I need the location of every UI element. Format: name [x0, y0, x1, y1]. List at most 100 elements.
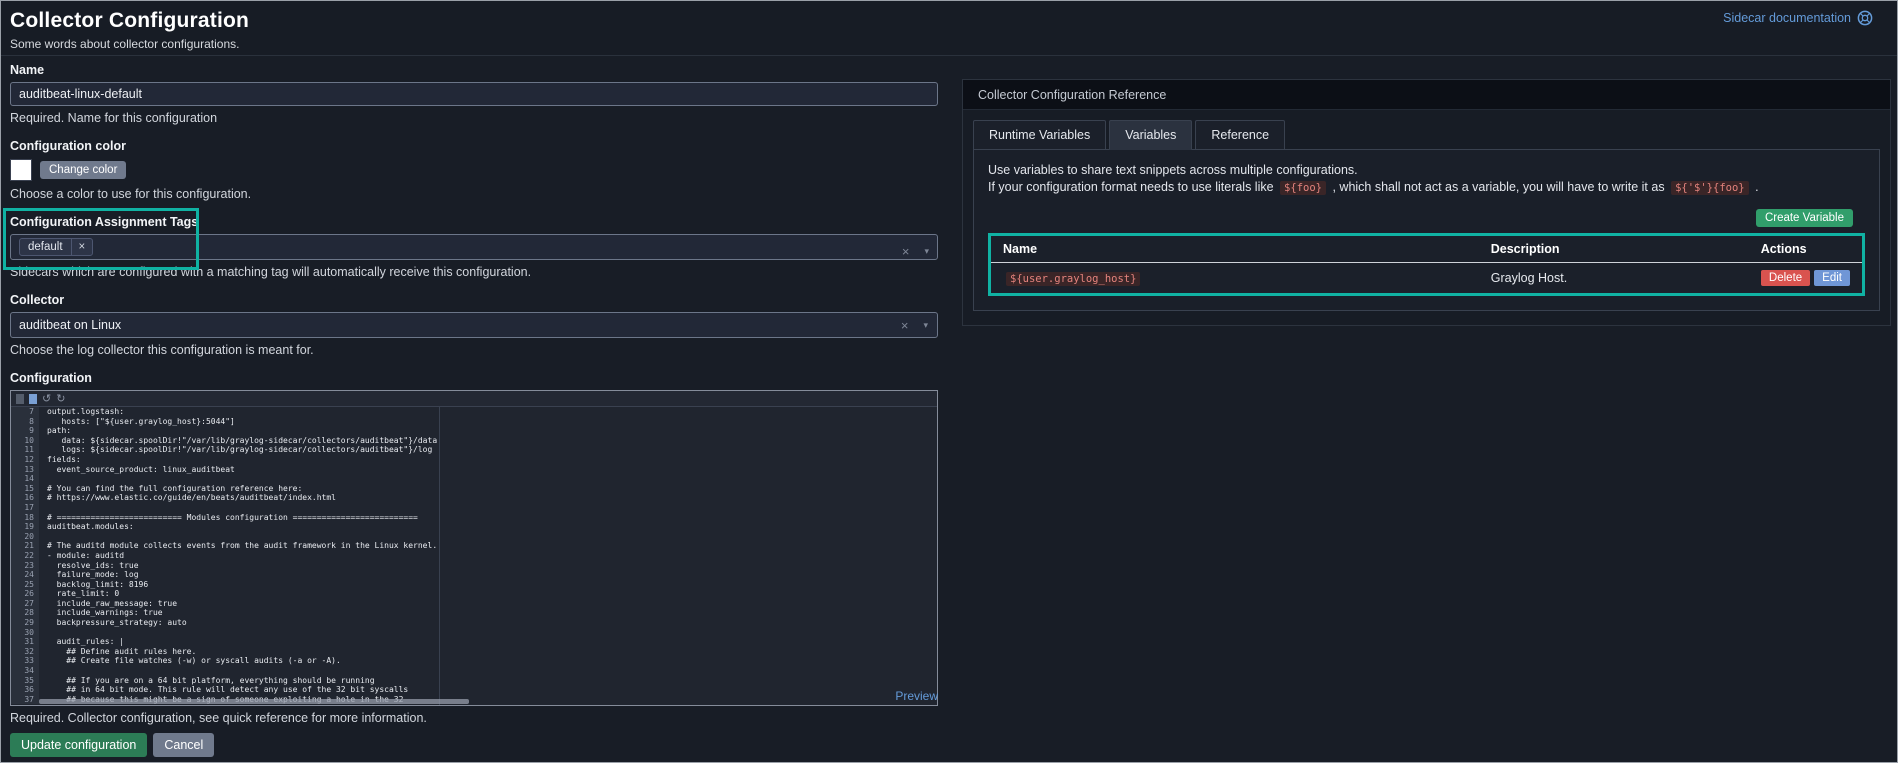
- line-number: 24: [11, 570, 39, 580]
- line-number: 35: [11, 676, 39, 686]
- update-configuration-button[interactable]: Update configuration: [10, 733, 147, 757]
- collector-clear-icon[interactable]: ×: [901, 318, 909, 333]
- tag-chip-label: default: [20, 239, 71, 255]
- line-number: 17: [11, 503, 39, 513]
- line-number: 34: [11, 666, 39, 676]
- sidecar-documentation-link[interactable]: Sidecar documentation: [1723, 10, 1873, 26]
- line-number: 29: [11, 618, 39, 628]
- line-number: 7: [11, 407, 39, 417]
- line-text: include_raw_message: true: [39, 599, 177, 609]
- configuration-label: Configuration: [10, 371, 938, 385]
- reference-panel-title: Collector Configuration Reference: [978, 88, 1166, 102]
- tags-caret-icon[interactable]: ▾: [924, 246, 929, 257]
- line-number: 33: [11, 656, 39, 666]
- color-help-text: Choose a color to use for this configura…: [10, 187, 938, 201]
- line-number: 10: [11, 436, 39, 446]
- tags-field-group: Configuration Assignment Tags default × …: [10, 215, 938, 279]
- code-line: 8 hosts: ["${user.graylog_host}:5044"]: [11, 417, 937, 427]
- copy-icon[interactable]: [16, 394, 24, 404]
- column-header-name: Name: [991, 236, 1479, 263]
- reference-tab-label: Variables: [1125, 128, 1176, 142]
- delete-variable-button[interactable]: Delete: [1761, 270, 1810, 286]
- code-line: 14: [11, 474, 937, 484]
- code-line: 27 include_raw_message: true: [11, 599, 937, 609]
- annotation-highlight-variables-table: Name Description Actions ${user.graylog_…: [988, 233, 1865, 296]
- line-text: - module: auditd: [39, 551, 124, 561]
- variables-intro-line1: Use variables to share text snippets acr…: [988, 162, 1865, 179]
- name-input[interactable]: [10, 82, 938, 106]
- line-text: [39, 532, 47, 542]
- color-swatch[interactable]: [10, 159, 32, 181]
- code-line: 36 ## in 64 bit mode. This rule will det…: [11, 685, 937, 695]
- page-title: Collector Configuration: [10, 9, 249, 33]
- line-text: [39, 628, 47, 638]
- preview-link[interactable]: Preview: [895, 689, 938, 703]
- line-text: fields:: [39, 455, 81, 465]
- undo-icon[interactable]: ↺: [42, 394, 51, 404]
- collector-caret-icon[interactable]: ▾: [923, 320, 928, 331]
- line-text: include_warnings: true: [39, 608, 163, 618]
- tags-multiselect[interactable]: default ×: [10, 234, 938, 260]
- line-number: 9: [11, 426, 39, 436]
- code-line: 15 # You can find the full configuration…: [11, 484, 937, 494]
- code-line: 11 logs: ${sidecar.spoolDir!"/var/lib/gr…: [11, 445, 937, 455]
- line-text: logs: ${sidecar.spoolDir!"/var/lib/grayl…: [39, 445, 432, 455]
- line-number: 37: [11, 695, 39, 705]
- line-number: 31: [11, 637, 39, 647]
- create-variable-button[interactable]: Create Variable: [1756, 209, 1853, 227]
- code-line: 16 # https://www.elastic.co/guide/en/bea…: [11, 493, 937, 503]
- page-subtitle: Some words about collector configuration…: [10, 37, 239, 51]
- paste-icon[interactable]: [29, 394, 37, 404]
- tag-remove-icon[interactable]: ×: [71, 239, 93, 255]
- column-header-actions: Actions: [1749, 236, 1862, 263]
- line-number: 13: [11, 465, 39, 475]
- line-number: 25: [11, 580, 39, 590]
- editor-horizontal-scrollbar[interactable]: [39, 699, 469, 704]
- tag-chip: default ×: [19, 238, 93, 256]
- code-line: 23 resolve_ids: true: [11, 561, 937, 571]
- code-line: 10 data: ${sidecar.spoolDir!"/var/lib/gr…: [11, 436, 937, 446]
- reference-tab[interactable]: Variables: [1109, 120, 1192, 150]
- code-line: 12 fields:: [11, 455, 937, 465]
- code-line: 20: [11, 532, 937, 542]
- line-text: path:: [39, 426, 71, 436]
- edit-variable-button[interactable]: Edit: [1814, 270, 1850, 286]
- code-line: 13 event_source_product: linux_auditbeat: [11, 465, 937, 475]
- reference-tab[interactable]: Runtime Variables: [973, 120, 1106, 150]
- name-label: Name: [10, 63, 938, 77]
- line-text: output.logstash:: [39, 407, 124, 417]
- code-line: 21 # The auditd module collects events f…: [11, 541, 937, 551]
- reference-tab[interactable]: Reference: [1195, 120, 1285, 150]
- intro-line2-after: .: [1755, 180, 1758, 194]
- line-number: 8: [11, 417, 39, 427]
- change-color-button[interactable]: Change color: [40, 161, 126, 179]
- line-number: 11: [11, 445, 39, 455]
- reference-tab-label: Reference: [1211, 128, 1269, 142]
- intro-line2-middle: , which shall not act as a variable, you…: [1332, 180, 1664, 194]
- code-line: 29 backpressure_strategy: auto: [11, 618, 937, 628]
- line-number: 28: [11, 608, 39, 618]
- name-field-group: Name Required. Name for this configurati…: [10, 63, 938, 125]
- configuration-code-area[interactable]: 7 output.logstash: 8 hosts: ["${user.gra…: [11, 407, 937, 705]
- line-number: 27: [11, 599, 39, 609]
- cancel-button[interactable]: Cancel: [153, 733, 214, 757]
- line-number: 12: [11, 455, 39, 465]
- name-help-text: Required. Name for this configuration: [10, 111, 938, 125]
- code-line: 7 output.logstash:: [11, 407, 937, 417]
- code-line: 26 rate_limit: 0: [11, 589, 937, 599]
- code-line: 34: [11, 666, 937, 676]
- code-line: 32 ## Define audit rules here.: [11, 647, 937, 657]
- collector-selected-value: auditbeat on Linux: [19, 318, 121, 332]
- variables-intro: Use variables to share text snippets acr…: [988, 162, 1865, 197]
- collector-select[interactable]: auditbeat on Linux × ▾: [10, 312, 938, 338]
- line-text: ## Create file watches (-w) or syscall a…: [39, 656, 341, 666]
- configuration-help-text: Required. Collector configuration, see q…: [10, 711, 938, 725]
- redo-icon[interactable]: ↻: [56, 394, 65, 404]
- code-line: 18 # ========================== Modules …: [11, 513, 937, 523]
- line-number: 21: [11, 541, 39, 551]
- tags-clear-icon[interactable]: ×: [902, 244, 910, 259]
- code-line: 24 failure_mode: log: [11, 570, 937, 580]
- collector-field-group: Collector auditbeat on Linux × ▾ Choose …: [10, 293, 938, 357]
- line-text: [39, 666, 47, 676]
- line-text: ## Define audit rules here.: [39, 647, 196, 657]
